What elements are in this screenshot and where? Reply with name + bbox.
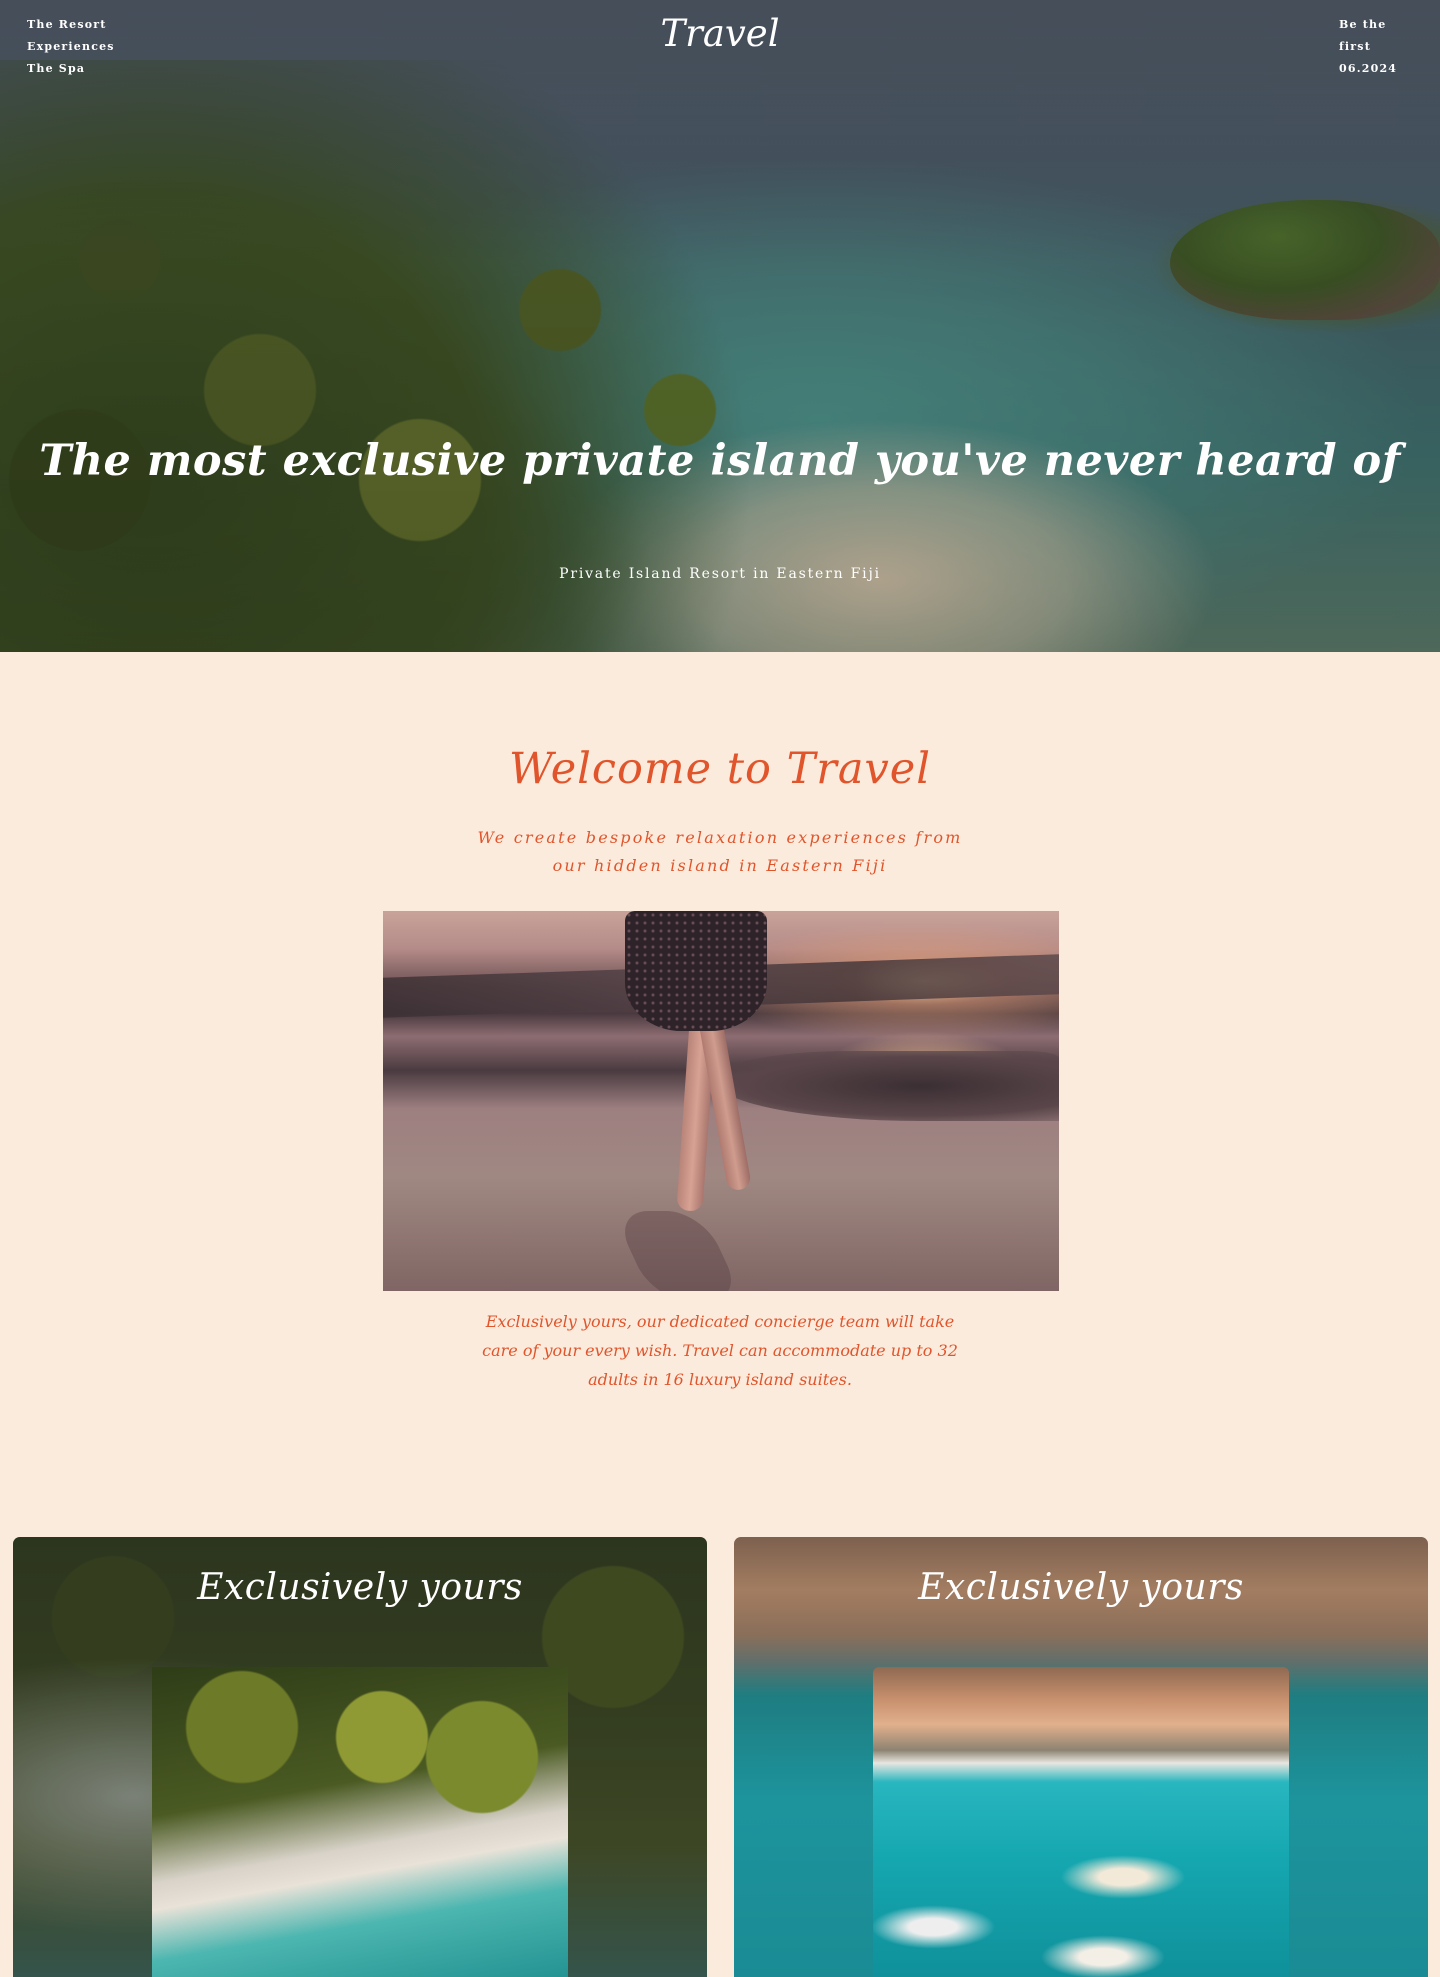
hero-overlay (0, 0, 1440, 652)
feature-card-title: Exclusively yours (918, 1567, 1244, 1608)
nav-link-the-spa[interactable]: The Spa (27, 58, 115, 80)
hero-headline-emphasis: exclusive (282, 436, 507, 486)
hero-subtitle: Private Island Resort in Eastern Fiji (559, 566, 881, 582)
welcome-body-text: Exclusively yours, our dedicated concier… (482, 1312, 958, 1389)
launch-line-1: Be the first (1339, 18, 1387, 53)
beach-walk-photo (383, 911, 1059, 1291)
feature-card-forest-beach[interactable]: Exclusively yours (13, 1537, 707, 1977)
hero-headline-post: private island you've never heard of (506, 436, 1401, 486)
welcome-subtitle: We create bespoke relaxation experiences… (477, 828, 963, 875)
hero-headline: The most exclusive private island you've… (0, 433, 1440, 489)
launch-date: 06.2024 (1339, 62, 1398, 75)
feature-card-title: Exclusively yours (197, 1567, 523, 1608)
feature-card-image (152, 1667, 568, 1977)
feature-card-harbour[interactable]: Exclusively yours (734, 1537, 1428, 1977)
hero-section: The Resort Experiences The Spa Travel Be… (0, 0, 1440, 652)
launch-announcement[interactable]: Be the first 06.2024 (1339, 14, 1415, 80)
welcome-title: Welcome to Travel (509, 744, 931, 794)
brand-logo[interactable]: Travel (0, 12, 1440, 55)
feature-card-image (873, 1667, 1289, 1977)
hero-headline-pre: The most (39, 436, 283, 486)
